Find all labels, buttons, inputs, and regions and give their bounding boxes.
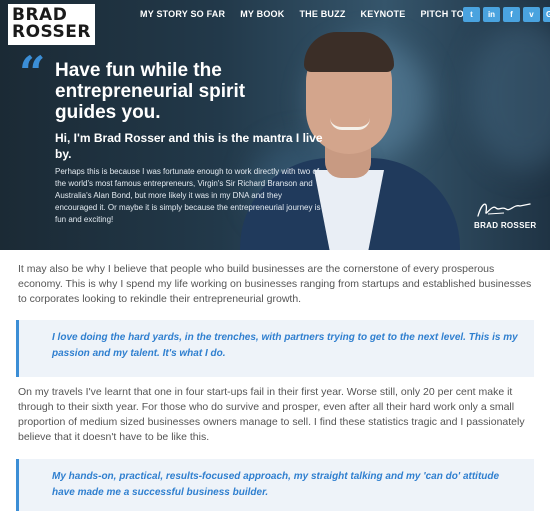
signature-icon — [477, 203, 531, 217]
pull-quote: I love doing the hard yards, in the tren… — [16, 320, 534, 377]
vimeo-icon[interactable]: v — [523, 7, 540, 22]
background-light — [470, 20, 550, 170]
hero-intro-text: Perhaps this is because I was fortunate … — [55, 167, 321, 224]
signature-name: BRAD ROSSER — [474, 221, 537, 230]
body-paragraph: It may also be why I believe that people… — [18, 263, 532, 305]
nav-my-book[interactable]: MY BOOK — [240, 9, 284, 19]
site-header: BRAD ROSSER MY STORY SO FAR MY BOOK THE … — [0, 0, 550, 45]
quote-icon: “ — [19, 46, 46, 100]
facebook-icon[interactable]: f — [503, 7, 520, 22]
nav-keynote[interactable]: KEYNOTE — [361, 9, 406, 19]
main-nav: MY STORY SO FAR MY BOOK THE BUZZ KEYNOTE… — [140, 9, 496, 19]
hero-headline: Have fun while the entrepreneurial spiri… — [55, 60, 246, 123]
hero-subhead: Hi, I'm Brad Rosser and this is the mant… — [55, 131, 323, 161]
brand-logo[interactable]: BRAD ROSSER — [8, 4, 95, 45]
pull-quote: My hands-on, practical, results-focused … — [16, 459, 534, 511]
logo-line-2: ROSSER — [12, 22, 91, 42]
social-links: t in f v G+ — [463, 7, 550, 22]
google-plus-icon[interactable]: G+ — [543, 7, 550, 22]
linkedin-icon[interactable]: in — [483, 7, 500, 22]
portrait-smile — [330, 118, 370, 130]
nav-my-story[interactable]: MY STORY SO FAR — [140, 9, 225, 19]
body-paragraph: On my travels I've learnt that one in fo… — [18, 386, 525, 443]
nav-the-buzz[interactable]: THE BUZZ — [299, 9, 345, 19]
twitter-icon[interactable]: t — [463, 7, 480, 22]
